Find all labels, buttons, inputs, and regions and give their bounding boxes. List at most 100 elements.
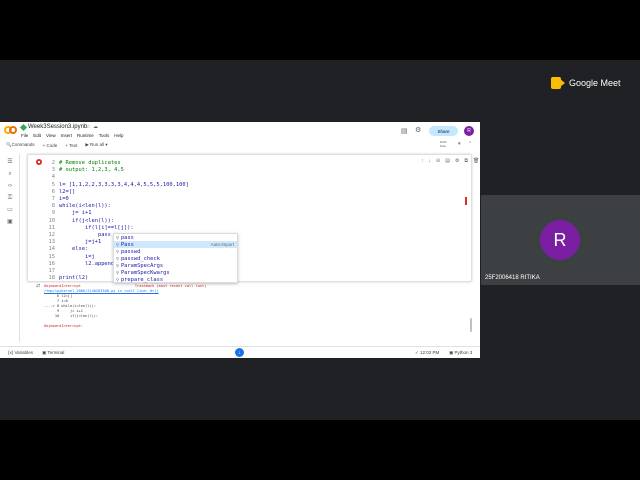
autocomplete-item[interactable]: ⚲ ParamSpecArgs: [114, 262, 237, 269]
code-line[interactable]: 7 i=0: [45, 196, 69, 203]
code-text: i=0: [59, 196, 69, 202]
code-line[interactable]: 6 l2=[]: [45, 189, 75, 196]
code-line[interactable]: 9 j= i+1: [45, 210, 92, 217]
settings-icon[interactable]: ⚙: [455, 158, 459, 164]
line-number: 10: [48, 217, 56, 224]
autocomplete-item[interactable]: ⚲ passwd: [114, 248, 237, 255]
code-text: l= [1,1,2,2,3,3,3,3,4,4,4,5,5,5,100,100]: [59, 181, 189, 188]
code-text: i=j: [59, 253, 95, 260]
code-text: while(i<len(l)):: [59, 203, 111, 210]
meet-logo: Google Meet: [551, 77, 621, 89]
autocomplete-item[interactable]: ⚲ Pass Auto-import: [114, 241, 237, 248]
share-button[interactable]: Share: [429, 126, 458, 136]
chevron-up-icon[interactable]: ⌃: [468, 141, 472, 147]
code-line[interactable]: 10 if(j<len(l)):: [45, 217, 115, 225]
autocomplete-item[interactable]: ⚲ passwd_check: [114, 255, 237, 262]
ram-disk-indicator[interactable]: RAM Disk: [440, 140, 454, 150]
terminal-button[interactable]: ▣ Terminal: [42, 350, 64, 356]
autocomplete-item[interactable]: ⚲ pass: [114, 234, 237, 241]
menu-item-insert[interactable]: Insert: [61, 133, 72, 138]
comment-icon[interactable]: ▤: [445, 158, 450, 164]
code-line[interactable]: 4: [45, 174, 59, 181]
scroll-to-bottom-button[interactable]: ↓: [235, 348, 244, 357]
move-down-icon[interactable]: ↓: [429, 158, 432, 164]
code-line[interactable]: 17: [45, 268, 59, 275]
menu-item-help[interactable]: Help: [114, 133, 123, 138]
code-line[interactable]: 2 # Remove duplicates: [45, 160, 121, 167]
code-line[interactable]: 3 # output: 1,2,3, 4,5: [45, 167, 124, 174]
participant-avatar: R: [540, 220, 580, 260]
search-icon[interactable]: ⌕: [6, 170, 14, 178]
cell-output: ⇄ KeyboardInterrupt Traceback (most rece…: [27, 282, 472, 342]
chevron-down-icon[interactable]: ▾: [458, 141, 461, 147]
mirror-icon[interactable]: ⧉: [464, 158, 468, 164]
line-number: 9: [51, 210, 55, 217]
suggestion-icon: ⚲: [116, 277, 119, 282]
move-up-icon[interactable]: ↑: [421, 158, 424, 164]
line-number: 8: [51, 203, 55, 210]
code-line[interactable]: 13 j=j+1: [45, 239, 102, 246]
code-text: if(l[i]==l[j]):: [59, 224, 134, 231]
traceback-line: 10 if(j<len(l)):: [44, 314, 99, 318]
table-of-contents-icon[interactable]: ☰: [6, 158, 14, 166]
line-number: 15: [48, 253, 56, 260]
variables-button[interactable]: {x} Variables: [8, 350, 33, 355]
code-cell[interactable]: ↑ ↓ ⊝ ▤ ⚙ ⧉ 🗑 ⋮ 2 # Remove duplicates 3 # o…: [27, 154, 479, 282]
line-number: 17: [48, 268, 56, 274]
kernel-status[interactable]: ▣ Python 3: [449, 350, 472, 356]
autocomplete-item[interactable]: ⚲ ParamSpecKwargs: [114, 269, 237, 276]
link-icon[interactable]: ⊝: [436, 158, 440, 164]
code-line[interactable]: 11 if(l[i]==l[j]):: [45, 225, 134, 232]
code-line[interactable]: 14 else:: [45, 246, 89, 253]
title-bar: Week3Session3.ipynb ☆ ☁ File Edit View Inse…: [0, 122, 480, 140]
code-text: j= i+1: [59, 210, 92, 217]
code-text: l2.append: [59, 260, 115, 267]
gear-icon[interactable]: ⚙: [415, 126, 421, 134]
terminal-icon[interactable]: ▣: [6, 218, 14, 226]
suggestion-icon: ⚲: [116, 242, 119, 247]
menu-item-runtime[interactable]: Runtime: [77, 133, 94, 138]
suggestion-icon: ⚲: [116, 270, 119, 275]
code-text: print(l2): [59, 275, 89, 282]
left-sidebar: ☰ ⌕ ‹› ⚿ ▭ ▣: [0, 154, 20, 342]
code-line[interactable]: 8 while(i<len(l)):: [45, 203, 111, 210]
user-avatar[interactable]: R: [464, 126, 474, 136]
commands-button[interactable]: 🔍Commands: [6, 142, 35, 148]
colab-logo[interactable]: [4, 126, 18, 135]
output-scrollbar[interactable]: [470, 318, 472, 332]
code-line[interactable]: 5 l= [1,1,2,2,3,3,3,3,4,4,4,5,5,5,100,100…: [45, 182, 189, 189]
autocomplete-item[interactable]: ⚲ prepare_class: [114, 276, 237, 283]
line-number: 13: [48, 239, 56, 246]
execution-status[interactable]: ✓ 12:02 PM: [415, 350, 439, 356]
folder-icon[interactable]: ▭: [6, 206, 14, 214]
autocomplete-popup: ⚲ pass ⚲ Pass Auto-import ⚲ passwd ⚲ passwd_chec…: [113, 233, 238, 283]
line-number: 6: [51, 188, 55, 195]
comment-icon[interactable]: ▤: [401, 127, 408, 135]
code-line[interactable]: 12 pass: [45, 232, 111, 239]
code-line[interactable]: 15 i=j: [45, 254, 95, 261]
line-number: 7: [51, 196, 55, 202]
star-icon[interactable]: ☆: [86, 124, 90, 130]
code-line[interactable]: 16 l2.append: [45, 260, 115, 268]
add-code-button[interactable]: + Code: [43, 143, 58, 148]
colab-window: Week3Session3.ipynb ☆ ☁ File Edit View Inse…: [0, 122, 480, 358]
code-snippets-icon[interactable]: ‹›: [6, 182, 14, 190]
screen: Google Meet R 25F2006418 RITIKA Week3Ses…: [0, 0, 640, 480]
stop-cell-button[interactable]: [36, 159, 42, 165]
code-text: else:: [59, 246, 89, 253]
code-text: j=j+1: [59, 239, 102, 246]
menu-item-file[interactable]: File: [21, 133, 28, 138]
notebook-title[interactable]: Week3Session3.ipynb: [28, 124, 87, 130]
status-bar: {x} Variables ▣ Terminal ↓ ✓ 12:02 PM ▣ …: [0, 346, 480, 358]
menu-item-view[interactable]: View: [46, 133, 56, 138]
menu-item-tools[interactable]: Tools: [99, 133, 110, 138]
secrets-key-icon[interactable]: ⚿: [6, 194, 14, 202]
output-actions-icon[interactable]: ⇄: [36, 283, 40, 289]
traceback-line: KeyboardInterrupt:: [44, 324, 83, 328]
run-all-button[interactable]: ▶ Run all ▾: [85, 142, 107, 148]
add-text-button[interactable]: + Text: [65, 143, 77, 148]
delete-icon[interactable]: 🗑: [473, 158, 479, 164]
line-number: 16: [48, 260, 56, 267]
menu-item-edit[interactable]: Edit: [33, 133, 41, 138]
line-number: 2: [51, 160, 55, 166]
